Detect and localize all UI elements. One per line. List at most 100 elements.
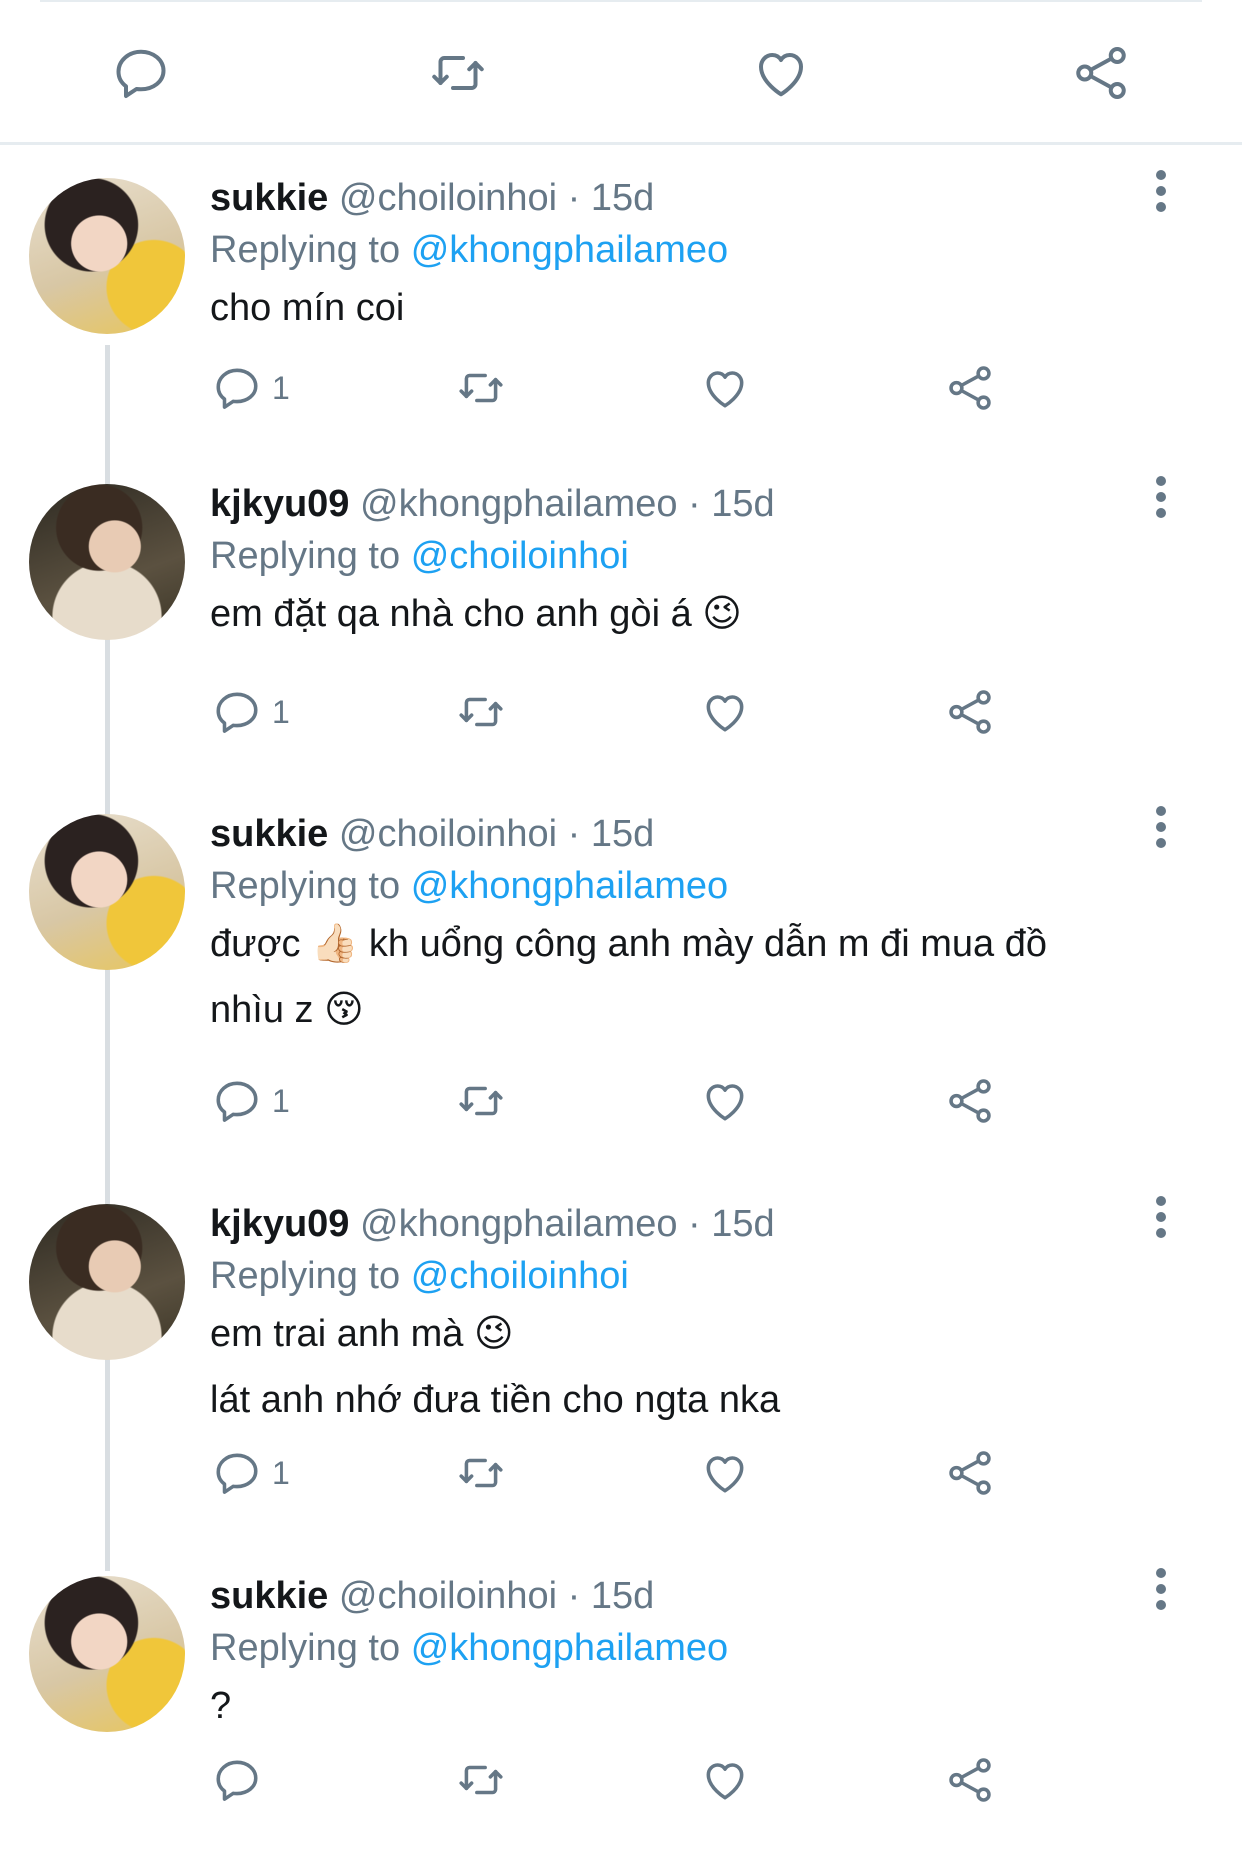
reply-count: 1 xyxy=(272,1082,290,1119)
tweet-header: sukkie @choiloinhoi · 15d xyxy=(210,176,654,220)
heart-icon xyxy=(700,687,750,737)
share-icon xyxy=(945,1755,995,1805)
replying-to-line: Replying to @khongphailameo xyxy=(210,864,728,908)
avatar[interactable] xyxy=(29,178,185,334)
user-handle[interactable]: @choiloinhoi xyxy=(339,177,557,219)
main-tweet-action-bar xyxy=(0,0,1242,142)
replying-to-handle[interactable]: @khongphailameo xyxy=(411,229,728,271)
replying-to-handle[interactable]: @choiloinhoi xyxy=(411,1255,629,1297)
more-options-button[interactable] xyxy=(1150,802,1172,852)
like-button[interactable] xyxy=(700,1071,750,1131)
share-icon xyxy=(1076,47,1126,99)
timestamp: 15d xyxy=(711,483,775,525)
reply-button[interactable] xyxy=(212,1750,272,1810)
reply-count: 1 xyxy=(272,693,290,730)
heart-icon xyxy=(759,53,803,97)
separator-dot: · xyxy=(688,1203,701,1245)
replying-to-handle[interactable]: @khongphailameo xyxy=(411,865,728,907)
share-button[interactable] xyxy=(945,682,995,742)
replying-to-label: Replying to xyxy=(210,865,401,907)
user-handle[interactable]: @choiloinhoi xyxy=(339,813,557,855)
share-button[interactable] xyxy=(945,358,995,418)
share-button[interactable] xyxy=(945,1071,995,1131)
replying-to-label: Replying to xyxy=(210,229,401,271)
replying-to-handle[interactable]: @choiloinhoi xyxy=(411,535,629,577)
avatar[interactable] xyxy=(29,1204,185,1360)
heart-icon xyxy=(700,1755,750,1805)
like-button[interactable] xyxy=(700,358,750,418)
replying-to-line: Replying to @choiloinhoi xyxy=(210,1254,629,1298)
retweet-button[interactable] xyxy=(453,682,509,742)
tweet-text: cho mín coi xyxy=(210,275,1170,341)
separator-dot: · xyxy=(567,1575,581,1617)
retweet-button[interactable] xyxy=(453,1443,509,1503)
more-options-button[interactable] xyxy=(1150,472,1172,522)
reply-icon xyxy=(116,49,166,98)
retweet-icon xyxy=(453,1076,509,1126)
tweet-text-line: ? xyxy=(210,1685,232,1727)
tweet-action-bar: 1 xyxy=(0,358,1242,418)
reply-count: 1 xyxy=(272,1454,290,1491)
display-name[interactable]: sukkie xyxy=(210,177,328,219)
share-icon xyxy=(945,363,995,413)
tweet-header: kjkyu09 @khongphailameo · 15d xyxy=(210,482,775,526)
user-handle[interactable]: @khongphailameo xyxy=(360,1203,677,1245)
more-options-button[interactable] xyxy=(1150,1564,1172,1614)
retweet-button[interactable] xyxy=(423,38,493,108)
share-button[interactable] xyxy=(945,1750,995,1810)
tweet-text: ? xyxy=(210,1673,1170,1739)
tweet-action-bar: 1 xyxy=(0,1071,1242,1131)
like-button[interactable] xyxy=(700,1750,750,1810)
share-button[interactable] xyxy=(945,1443,995,1503)
avatar[interactable] xyxy=(29,484,185,640)
timestamp: 15d xyxy=(590,1575,655,1617)
tweet-action-bar xyxy=(0,1750,1242,1810)
replying-to-label: Replying to xyxy=(210,1255,401,1297)
retweet-button[interactable] xyxy=(453,358,509,418)
user-handle[interactable]: @choiloinhoi xyxy=(339,1575,557,1617)
tweet-text-line: em trai anh mà 😉 xyxy=(210,1313,514,1355)
retweet-icon xyxy=(453,1755,509,1805)
like-button[interactable] xyxy=(700,1443,750,1503)
retweet-icon xyxy=(453,687,509,737)
display-name[interactable]: kjkyu09 xyxy=(210,483,349,525)
tweet-header: sukkie @choiloinhoi · 15d xyxy=(210,1574,654,1618)
tweet-header: sukkie @choiloinhoi · 15d xyxy=(210,812,654,856)
more-options-button[interactable] xyxy=(1150,1192,1172,1242)
tweet-header: kjkyu09 @khongphailameo · 15d xyxy=(210,1202,775,1246)
heart-icon xyxy=(700,1076,750,1126)
replying-to-handle[interactable]: @khongphailameo xyxy=(411,1627,728,1669)
display-name[interactable]: kjkyu09 xyxy=(210,1203,349,1245)
retweet-button[interactable] xyxy=(453,1750,509,1810)
replying-to-line: Replying to @choiloinhoi xyxy=(210,534,629,578)
timestamp: 15d xyxy=(590,813,655,855)
reply-button[interactable]: 1 xyxy=(212,358,290,418)
replying-to-label: Replying to xyxy=(210,1627,401,1669)
tweet-text: em trai anh mà 😉 lát anh nhớ đưa tiền cho… xyxy=(210,1301,1170,1433)
like-button[interactable] xyxy=(746,38,816,108)
display-name[interactable]: sukkie xyxy=(210,1575,328,1617)
tweet-action-bar: 1 xyxy=(0,1443,1242,1503)
reply-button[interactable]: 1 xyxy=(212,1071,290,1131)
retweet-icon xyxy=(453,1448,509,1498)
retweet-button[interactable] xyxy=(453,1071,509,1131)
heart-icon xyxy=(700,1448,750,1498)
like-button[interactable] xyxy=(700,682,750,742)
replying-to-label: Replying to xyxy=(210,535,401,577)
tweet-text: được 👍🏻 kh uổng công anh mày dẫn m đi mu… xyxy=(210,911,1170,1043)
reply-icon xyxy=(212,1755,262,1805)
reply-button[interactable]: 1 xyxy=(212,682,290,742)
reply-button[interactable]: 1 xyxy=(212,1443,290,1503)
heart-icon xyxy=(700,363,750,413)
avatar[interactable] xyxy=(29,814,185,970)
replying-to-line: Replying to @khongphailameo xyxy=(210,228,728,272)
reply-icon xyxy=(212,363,262,413)
tweet-action-bar: 1 xyxy=(0,682,1242,742)
avatar[interactable] xyxy=(29,1576,185,1732)
user-handle[interactable]: @khongphailameo xyxy=(360,483,677,525)
share-button[interactable] xyxy=(1066,38,1136,108)
retweet-icon xyxy=(432,56,484,90)
reply-button[interactable] xyxy=(106,38,176,108)
display-name[interactable]: sukkie xyxy=(210,813,328,855)
more-options-button[interactable] xyxy=(1150,166,1172,216)
